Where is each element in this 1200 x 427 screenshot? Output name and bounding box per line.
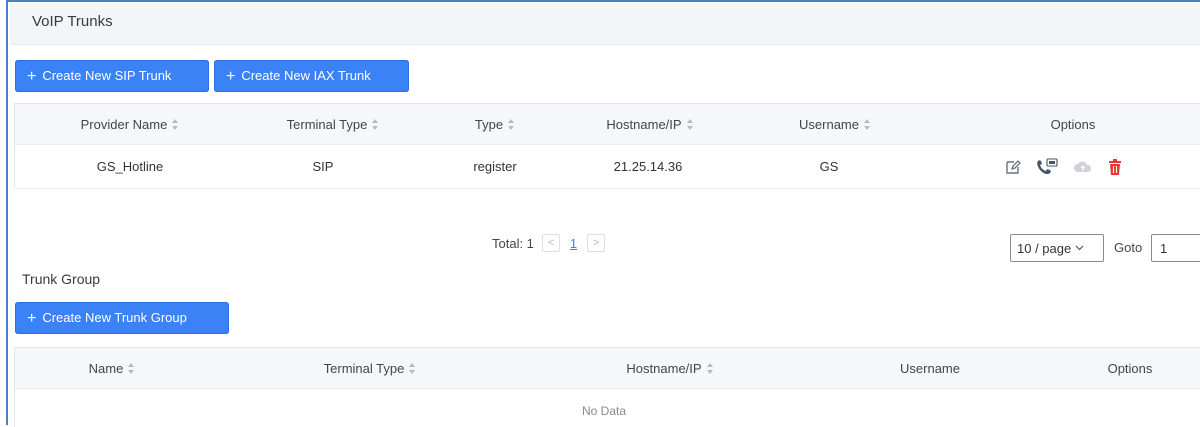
header-label: Terminal Type — [323, 360, 405, 376]
cell-type: register — [473, 159, 517, 174]
create-iax-trunk-label: Create New IAX Trunk — [241, 68, 371, 83]
sort-icon[interactable] — [409, 362, 416, 374]
plus-icon: + — [27, 68, 37, 85]
header-label: Hostname/IP — [606, 116, 682, 132]
create-trunk-group-button[interactable]: + Create New Trunk Group — [15, 302, 229, 334]
table-header: Provider Name Terminal Type Type Hostnam… — [15, 104, 1200, 145]
page-title: VoIP Trunks — [32, 13, 113, 30]
header-label: Username — [799, 116, 859, 132]
page-number[interactable]: 1 — [570, 236, 577, 251]
goto-label: Goto — [1114, 240, 1143, 255]
app-frame: VoIP Trunks + Create New SIP Trunk + Creat… — [6, 0, 1200, 427]
cell-hostname: 21.25.14.36 — [613, 159, 683, 174]
table-row: GS_Hotline SIP register 21.25.14.36 GS — [15, 145, 1200, 189]
table-header: Name Terminal Type Hostname/IP Username … — [15, 348, 1200, 389]
page-size-value: 10 / page — [1017, 240, 1072, 256]
pagination: Total: 1 < 1 > — [492, 234, 609, 252]
page-size-select[interactable]: 10 / page — [1010, 234, 1104, 262]
goto-input[interactable]: 1 — [1151, 234, 1200, 262]
total-label: Total: 1 — [492, 235, 534, 251]
header-type[interactable]: Type — [455, 104, 535, 144]
sort-icon[interactable] — [863, 118, 871, 130]
plus-icon: + — [27, 310, 37, 327]
create-iax-trunk-button[interactable]: + Create New IAX Trunk — [214, 60, 409, 92]
header-label: Terminal Type — [286, 116, 368, 132]
header-label: Hostname/IP — [626, 360, 702, 376]
header-label: Name — [88, 360, 124, 376]
sort-icon[interactable] — [372, 118, 379, 130]
create-sip-trunk-label: Create New SIP Trunk — [42, 68, 172, 83]
prev-page-button[interactable]: < — [541, 234, 560, 252]
header-options: Options — [1085, 348, 1175, 388]
header-label: Options — [1107, 360, 1153, 376]
sort-icon[interactable] — [508, 118, 515, 130]
page-header: VoIP Trunks — [10, 4, 1200, 45]
sort-icon[interactable] — [706, 362, 714, 374]
plus-icon: + — [226, 68, 236, 85]
create-trunk-group-label: Create New Trunk Group — [42, 310, 187, 325]
create-sip-trunk-button[interactable]: + Create New SIP Trunk — [15, 60, 209, 92]
header-hostname[interactable]: Hostname/IP — [605, 348, 735, 388]
header-label: Provider Name — [80, 116, 168, 132]
trunk-group-title: Trunk Group — [22, 271, 101, 287]
header-username[interactable]: Username — [775, 104, 895, 144]
voip-trunks-table: Provider Name Terminal Type Type Hostnam… — [14, 103, 1200, 189]
chevron-down-icon — [1075, 245, 1084, 251]
empty-state: No Data — [581, 404, 627, 418]
header-username: Username — [875, 348, 985, 388]
header-label: Type — [474, 116, 504, 132]
sort-icon[interactable] — [686, 118, 694, 130]
header-terminal-type[interactable]: Terminal Type — [305, 348, 435, 388]
cell-terminal-type: SIP — [312, 159, 334, 174]
header-name[interactable]: Name — [67, 348, 157, 388]
cell-provider-name: GS_Hotline — [96, 159, 164, 174]
edit-icon[interactable] — [1005, 159, 1021, 175]
sort-icon[interactable] — [172, 118, 179, 130]
header-provider-name[interactable]: Provider Name — [55, 104, 205, 144]
cloud-icon[interactable] — [1073, 159, 1093, 175]
header-label: Username — [900, 360, 960, 376]
row-options — [1005, 145, 1123, 188]
delete-icon[interactable] — [1107, 158, 1123, 176]
next-page-button[interactable]: > — [587, 234, 606, 252]
sort-icon[interactable] — [128, 362, 135, 374]
cell-username: GS — [819, 159, 839, 174]
header-label: Options — [1050, 116, 1096, 132]
phone-dod-icon[interactable] — [1035, 157, 1059, 176]
header-options: Options — [1023, 104, 1123, 144]
header-terminal-type[interactable]: Terminal Type — [273, 104, 393, 144]
header-hostname[interactable]: Hostname/IP — [585, 104, 715, 144]
